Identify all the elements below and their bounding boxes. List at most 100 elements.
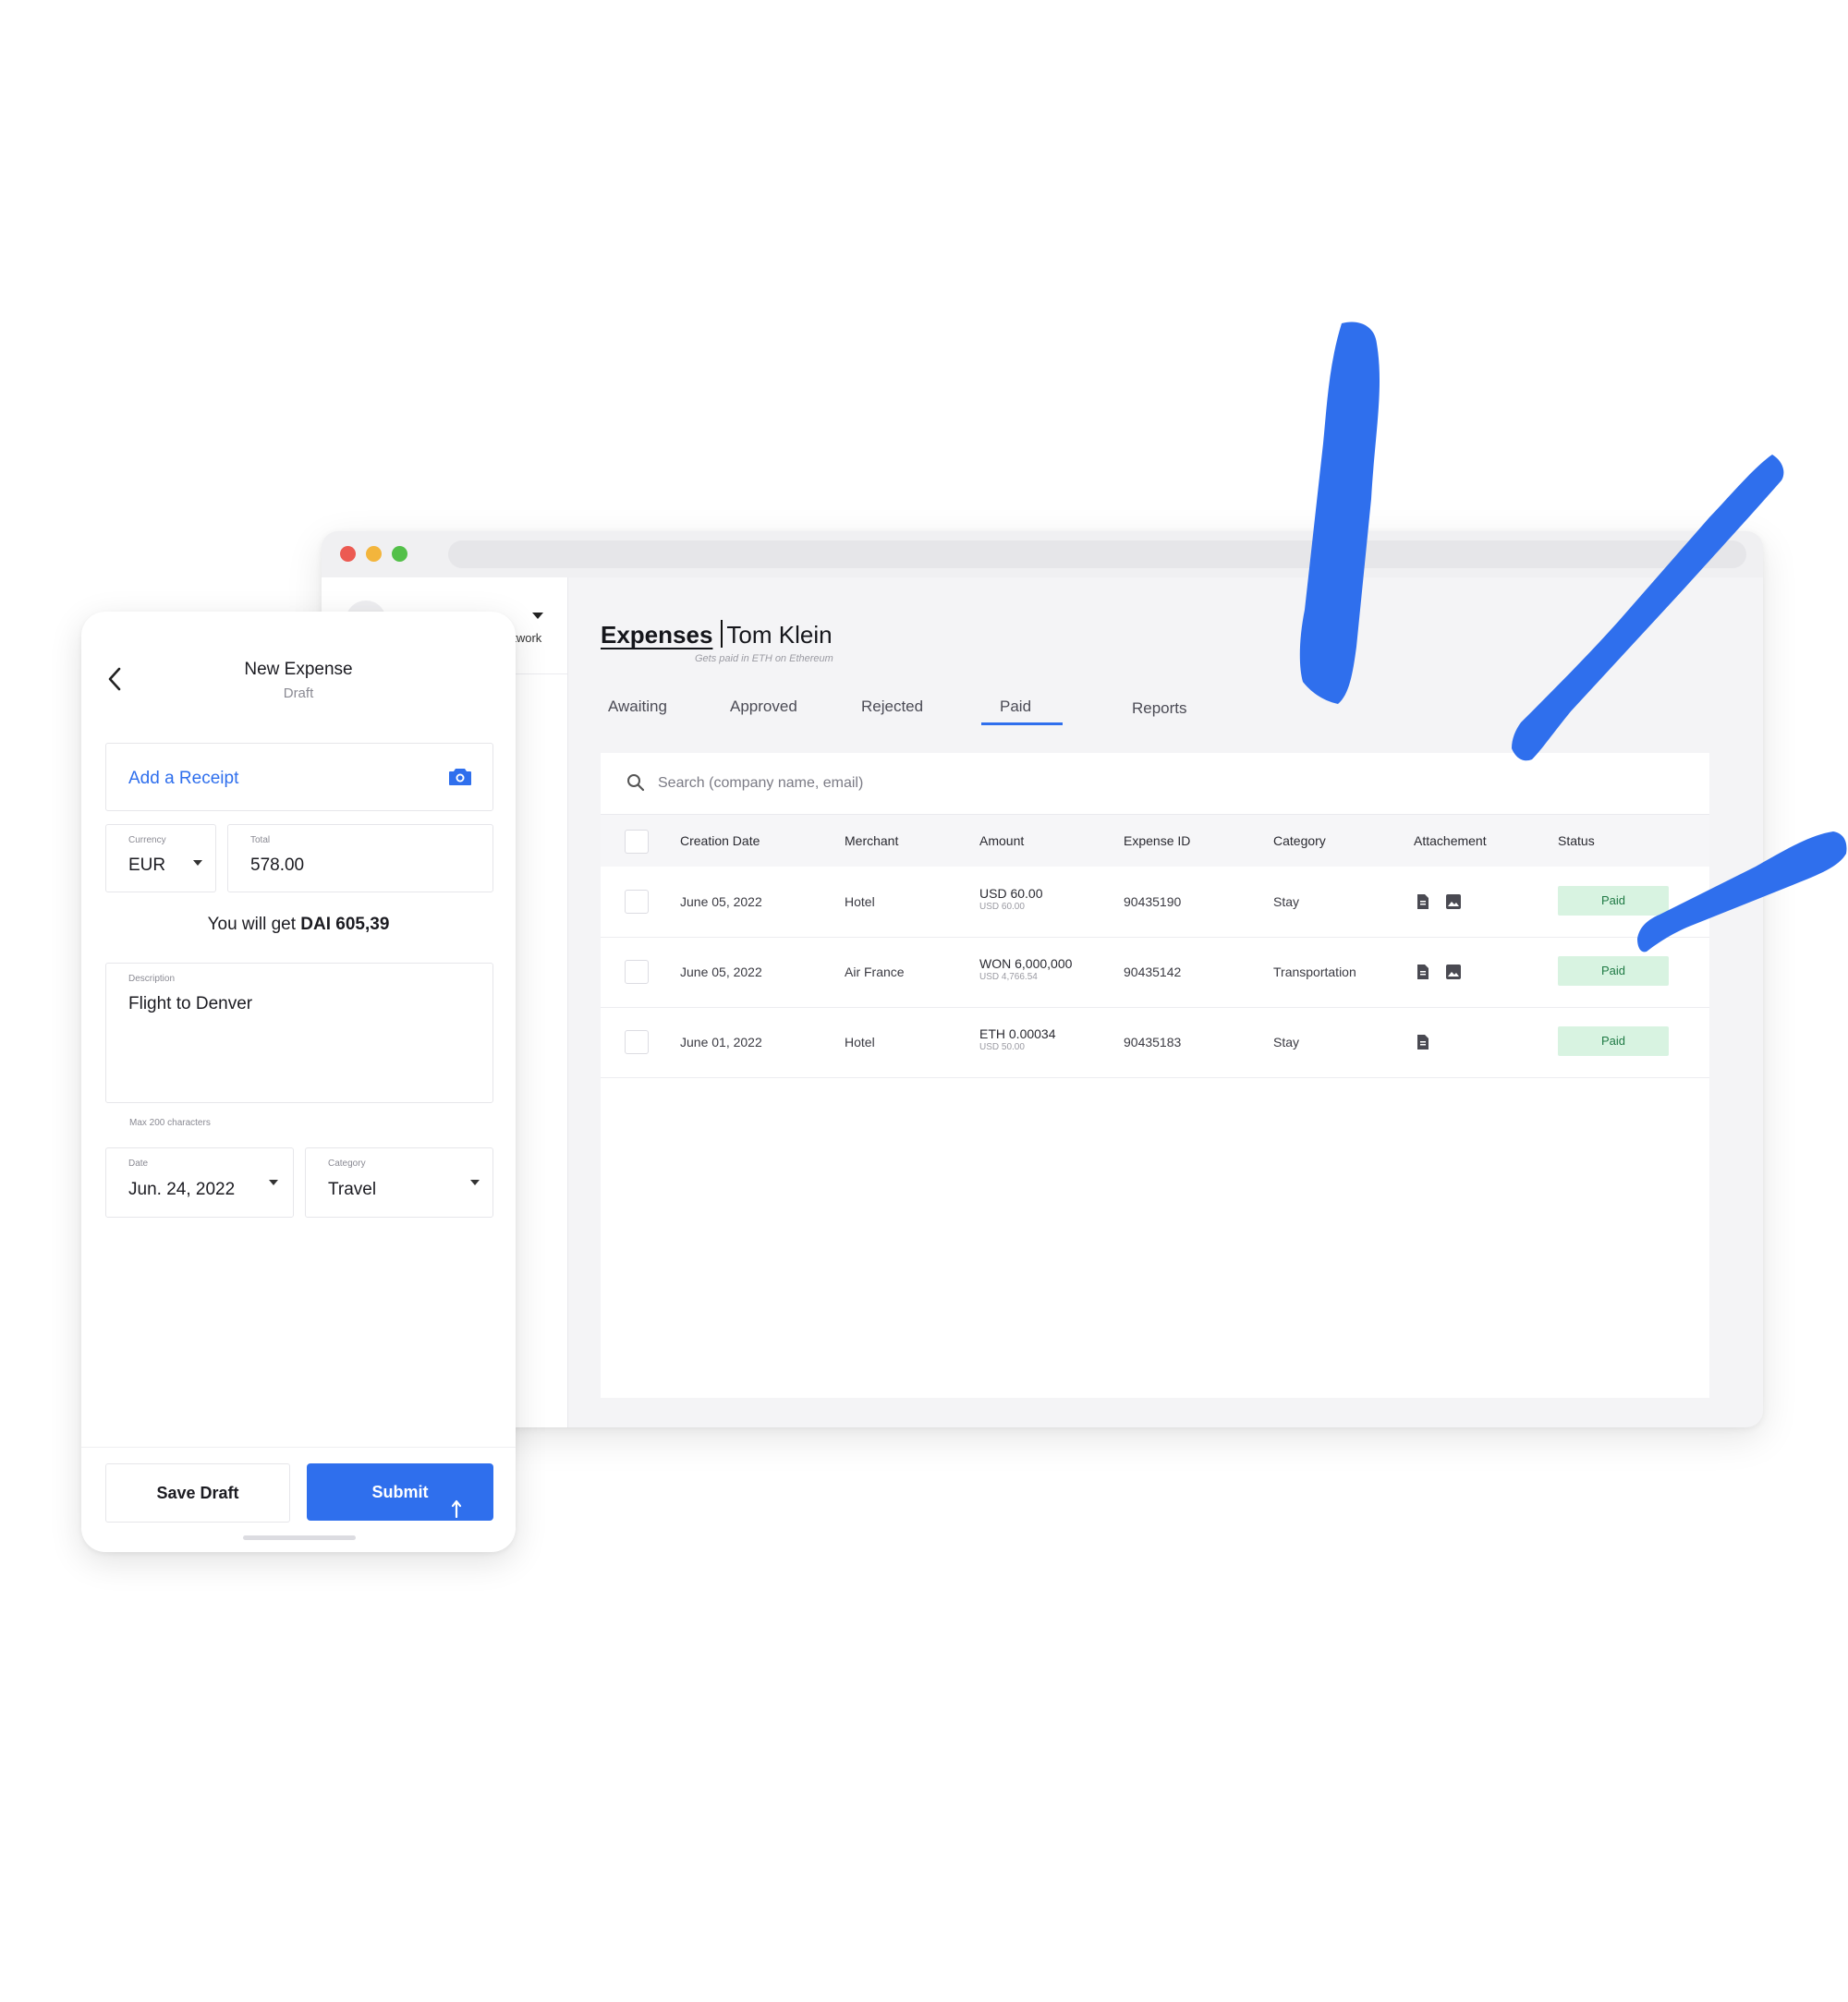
table-row[interactable]: June 05, 2022 Hotel USD 60.00 USD 60.00 … [601, 868, 1709, 938]
column-header-expense-id[interactable]: Expense ID [1124, 833, 1190, 848]
description-helper-text: Max 200 characters [129, 1118, 211, 1128]
row-amount-primary: ETH 0.00034 [979, 1026, 1056, 1041]
column-header-category[interactable]: Category [1273, 833, 1326, 848]
total-value: 578.00 [250, 855, 305, 875]
document-icon[interactable] [1416, 964, 1430, 985]
maximize-window-button[interactable] [392, 546, 407, 562]
page-title-expenses: Expenses [601, 621, 713, 649]
status-badge: Paid [1558, 1026, 1669, 1056]
chevron-down-icon [193, 860, 202, 866]
close-window-button[interactable] [340, 546, 356, 562]
currency-label: Currency [128, 835, 166, 845]
expenses-panel: Search (company name, email) Creation Da… [601, 753, 1709, 1398]
main-content: Expenses Tom Klein Gets paid in ETH on Et… [567, 577, 1763, 1427]
chevron-down-icon [269, 1180, 278, 1185]
row-checkbox[interactable] [625, 890, 649, 914]
image-icon[interactable] [1445, 964, 1462, 985]
add-receipt-label: Add a Receipt [128, 769, 239, 788]
row-merchant: Hotel [845, 894, 875, 909]
currency-value: EUR [128, 855, 166, 875]
page-title: Expenses Tom Klein [601, 620, 833, 649]
row-amount-converted: USD 50.00 [979, 1042, 1025, 1052]
row-expense-id: 90435190 [1124, 894, 1182, 909]
row-checkbox[interactable] [625, 960, 649, 984]
page-title-user: Tom Klein [726, 621, 833, 649]
browser-window: etwork Expenses Tom Klein Gets paid in ET… [322, 531, 1763, 1427]
row-amount: WON 6,000,000 USD 4,766.54 [979, 956, 1072, 982]
column-header-attachment[interactable]: Attachement [1414, 833, 1487, 848]
document-icon[interactable] [1416, 893, 1430, 915]
tab-reports[interactable]: Reports [1132, 699, 1187, 718]
table-header: Creation Date Merchant Amount Expense ID… [601, 815, 1709, 867]
conversion-amount: DAI 605,39 [300, 915, 390, 934]
status-badge: Paid [1558, 956, 1669, 986]
address-bar[interactable] [448, 540, 1746, 568]
submit-button[interactable]: Submit [307, 1463, 493, 1521]
document-icon[interactable] [1416, 1034, 1430, 1055]
column-header-status[interactable]: Status [1558, 833, 1595, 848]
description-value: Flight to Denver [128, 994, 253, 1013]
row-amount-converted: USD 4,766.54 [979, 972, 1038, 982]
tab-approved[interactable]: Approved [730, 698, 797, 716]
active-tab-indicator [981, 722, 1063, 725]
search-icon [626, 773, 645, 796]
search-input[interactable]: Search (company name, email) [658, 775, 863, 792]
tab-rejected[interactable]: Rejected [861, 698, 923, 716]
footer-divider [81, 1447, 516, 1448]
submit-button-label: Submit [371, 1483, 429, 1501]
row-expense-id: 90435183 [1124, 1035, 1182, 1050]
mobile-new-expense-screen: New Expense Draft Add a Receipt Currency… [81, 612, 516, 1552]
column-header-amount[interactable]: Amount [979, 833, 1024, 848]
tab-awaiting[interactable]: Awaiting [608, 698, 667, 716]
row-amount: USD 60.00 USD 60.00 [979, 886, 1042, 912]
column-header-creation-date[interactable]: Creation Date [680, 833, 760, 848]
browser-titlebar [322, 531, 1763, 577]
row-creation-date: June 05, 2022 [680, 894, 762, 909]
date-label: Date [128, 1159, 149, 1169]
total-field[interactable]: Total 578.00 [227, 824, 493, 892]
row-amount-primary: USD 60.00 [979, 886, 1043, 901]
camera-icon [448, 766, 472, 791]
status-badge: Paid [1558, 886, 1669, 916]
date-picker[interactable]: Date Jun. 24, 2022 [105, 1147, 294, 1218]
description-label: Description [128, 974, 176, 984]
screen-title: New Expense [244, 660, 353, 679]
row-merchant: Air France [845, 965, 905, 979]
chevron-down-icon [470, 1180, 480, 1185]
column-header-merchant[interactable]: Merchant [845, 833, 898, 848]
description-field[interactable]: Description Flight to Denver [105, 963, 493, 1103]
screen-subtitle: Draft [283, 686, 314, 701]
row-category: Transportation [1273, 965, 1356, 979]
minimize-window-button[interactable] [366, 546, 382, 562]
row-amount: ETH 0.00034 USD 50.00 [979, 1026, 1056, 1052]
arrow-up-icon [451, 1484, 462, 1541]
row-creation-date: June 05, 2022 [680, 965, 762, 979]
add-receipt-button[interactable]: Add a Receipt [105, 743, 493, 811]
table-row[interactable]: June 01, 2022 Hotel ETH 0.00034 USD 50.0… [601, 1008, 1709, 1078]
search-bar[interactable]: Search (company name, email) [601, 753, 1709, 815]
row-expense-id: 90435142 [1124, 965, 1182, 979]
currency-select[interactable]: Currency EUR [105, 824, 216, 892]
save-draft-button[interactable]: Save Draft [105, 1463, 290, 1523]
total-label: Total [250, 835, 271, 845]
row-checkbox[interactable] [625, 1030, 649, 1054]
row-amount-primary: WON 6,000,000 [979, 956, 1073, 971]
date-value: Jun. 24, 2022 [128, 1180, 236, 1199]
tab-paid[interactable]: Paid [1000, 698, 1031, 716]
category-select[interactable]: Category Travel [305, 1147, 493, 1218]
table-row[interactable]: June 05, 2022 Air France WON 6,000,000 U… [601, 938, 1709, 1008]
image-icon[interactable] [1445, 893, 1462, 915]
conversion-summary: You will get DAI 605,39 [81, 915, 516, 935]
row-category: Stay [1273, 1035, 1300, 1050]
row-merchant: Hotel [845, 1035, 875, 1050]
row-amount-converted: USD 60.00 [979, 902, 1025, 912]
category-label: Category [328, 1159, 366, 1169]
conversion-prefix: You will get [207, 915, 301, 934]
page-subtitle: Gets paid in ETH on Ethereum [695, 653, 833, 664]
category-value: Travel [328, 1180, 377, 1199]
select-all-checkbox[interactable] [625, 830, 649, 854]
row-creation-date: June 01, 2022 [680, 1035, 762, 1050]
chevron-down-icon[interactable] [532, 613, 543, 619]
title-separator [721, 620, 723, 648]
row-category: Stay [1273, 894, 1300, 909]
